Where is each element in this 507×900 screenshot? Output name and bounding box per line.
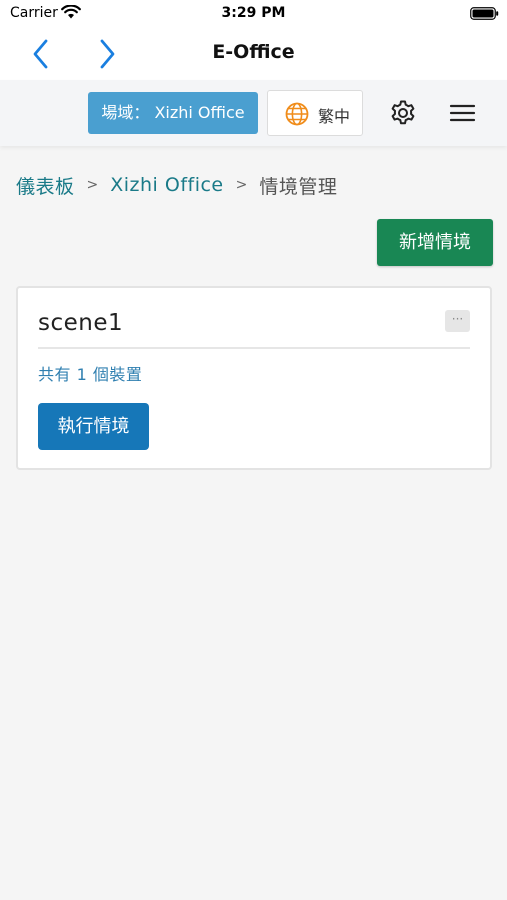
- site-selector-button[interactable]: 場域： Xizhi Office: [88, 92, 258, 134]
- card-divider: [38, 347, 470, 349]
- app-header: 場域： Xizhi Office 繁中: [0, 80, 507, 146]
- status-time: 3:29 PM: [221, 5, 286, 21]
- add-scene-button[interactable]: 新增情境: [377, 219, 493, 266]
- gear-icon[interactable]: [389, 99, 417, 127]
- breadcrumb-separator: >: [86, 177, 99, 193]
- more-options-button[interactable]: ···: [445, 310, 470, 332]
- language-button[interactable]: 繁中: [267, 90, 363, 136]
- run-scene-button[interactable]: 執行情境: [38, 403, 149, 450]
- globe-icon: [285, 102, 309, 126]
- battery-icon: [470, 7, 499, 20]
- language-label: 繁中: [318, 107, 351, 126]
- scene-card: scene1 ··· 共有 1 個裝置 執行情境: [16, 286, 492, 470]
- device-count-text: 共有 1 個裝置: [38, 365, 143, 384]
- hamburger-menu-icon[interactable]: [449, 102, 476, 124]
- nav-title: E-Office: [212, 41, 295, 63]
- status-bar: Carrier 3:29 PM: [0, 0, 507, 28]
- app-page: Carrier 3:29 PM E-Office 場域： Xizhi Offic…: [0, 0, 507, 900]
- breadcrumb-current: 情境管理: [259, 175, 338, 198]
- breadcrumb-separator: >: [235, 177, 248, 193]
- scene-name: scene1: [38, 310, 124, 336]
- breadcrumb: 儀表板 > Xizhi Office > 情境管理: [16, 171, 337, 199]
- breadcrumb-site[interactable]: Xizhi Office: [110, 174, 223, 196]
- breadcrumb-dashboard[interactable]: 儀表板: [16, 172, 75, 199]
- navigation-bar: E-Office: [0, 28, 507, 80]
